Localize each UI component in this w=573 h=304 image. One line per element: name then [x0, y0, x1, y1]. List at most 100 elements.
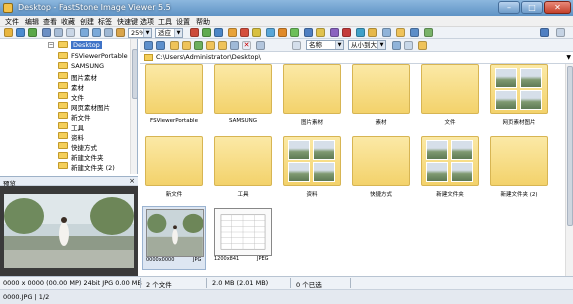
effects-icon[interactable]	[278, 28, 287, 37]
wallpaper-icon[interactable]	[396, 28, 405, 37]
thumbnail-folder[interactable]: 新建文件夹 (2)	[487, 134, 551, 198]
close-button[interactable]: ✕	[544, 1, 571, 14]
thumbnail-folder[interactable]: 素材	[349, 64, 413, 126]
maximize-button[interactable]: □	[521, 1, 543, 14]
filter-icon[interactable]	[292, 41, 301, 50]
resize-icon[interactable]	[266, 28, 275, 37]
batch-icon[interactable]	[356, 28, 365, 37]
sort-field-select[interactable]: 名称 ▼	[306, 40, 344, 50]
rotate-right-icon[interactable]	[202, 28, 211, 37]
menu-shortcuts[interactable]: 快速键	[117, 17, 138, 27]
tree-item[interactable]: 图片素材	[0, 71, 130, 82]
minimize-button[interactable]: –	[498, 1, 520, 14]
close-icon[interactable]: ×	[129, 177, 135, 185]
screen-capture-icon[interactable]	[382, 28, 391, 37]
thumbnail-size-icon[interactable]	[392, 41, 401, 50]
thumbnail-folder[interactable]: 快捷方式	[349, 134, 413, 198]
thumbnail-folder[interactable]: SAMSUNG	[211, 64, 275, 126]
slideshow-icon[interactable]	[290, 28, 299, 37]
new-folder-icon[interactable]	[182, 41, 191, 50]
tree-item-desktop[interactable]: − Desktop	[0, 40, 130, 50]
favorites-icon[interactable]	[418, 41, 427, 50]
delete-icon[interactable]: ✕	[242, 41, 251, 50]
browse-icon[interactable]	[16, 28, 25, 37]
forward-icon[interactable]	[156, 41, 165, 50]
thumbnail-image[interactable]: 1200x841 JPEG	[211, 206, 275, 270]
menu-settings[interactable]: 设置	[176, 17, 190, 27]
crop-icon[interactable]	[228, 28, 237, 37]
thumbnail-folder[interactable]: FSViewerPortable	[142, 64, 206, 126]
red-eye-icon[interactable]	[240, 28, 249, 37]
flip-icon[interactable]	[214, 28, 223, 37]
help-icon[interactable]	[556, 28, 565, 37]
adjust-icon[interactable]	[252, 28, 261, 37]
thumbnail-folder[interactable]: 新建文件夹	[418, 134, 482, 198]
select-all-icon[interactable]	[256, 41, 265, 50]
path-bar[interactable]: C:\Users\Administrator\Desktop\ ▼	[140, 52, 573, 64]
tree-item[interactable]: 资料	[0, 131, 130, 142]
layout-icon[interactable]	[540, 28, 549, 37]
tree-item[interactable]: 快捷方式	[0, 141, 130, 152]
chevron-down-icon[interactable]: ▼	[566, 54, 571, 61]
scrollbar-thumb[interactable]	[132, 49, 137, 99]
details-view-icon[interactable]	[404, 41, 413, 50]
rotate-left-icon[interactable]	[190, 28, 199, 37]
scrollbar-thumb[interactable]	[567, 66, 573, 226]
settings-icon[interactable]	[410, 28, 419, 37]
tree-item[interactable]: 新建文件夹 (2)	[0, 161, 130, 172]
thumbnail-folder[interactable]: 文件	[418, 64, 482, 126]
thumbnail-image-selected[interactable]: 0000x0000 JPG	[142, 206, 206, 270]
menu-help[interactable]: 帮助	[196, 17, 210, 27]
tree-item[interactable]: 文件	[0, 91, 130, 102]
fit-icon[interactable]	[116, 28, 125, 37]
print-icon[interactable]	[316, 28, 325, 37]
collapse-icon[interactable]: −	[48, 42, 54, 48]
compare-icon[interactable]	[330, 28, 339, 37]
contact-sheet-icon[interactable]	[368, 28, 377, 37]
open-folder-icon[interactable]	[4, 28, 13, 37]
tree-item[interactable]: 工具	[0, 121, 130, 132]
fit-select[interactable]: 适应 ▼	[155, 28, 183, 38]
tree-item[interactable]: SAMSUNG	[0, 61, 130, 71]
copy-icon[interactable]	[54, 28, 63, 37]
delete-icon[interactable]	[342, 28, 351, 37]
thumbnail-folder[interactable]: 资料	[280, 134, 344, 198]
thumbnail-folder[interactable]: 工具	[211, 134, 275, 198]
tree-item[interactable]: 素材	[0, 81, 130, 92]
tree-item[interactable]: 新文件	[0, 111, 130, 122]
tree-item[interactable]: FSViewerPortable	[0, 51, 130, 61]
status-separator	[290, 278, 291, 288]
move-to-icon[interactable]	[218, 41, 227, 50]
menu-view[interactable]: 查看	[43, 17, 57, 27]
actual-size-icon[interactable]	[104, 28, 113, 37]
save-icon[interactable]	[42, 28, 51, 37]
email-icon[interactable]	[304, 28, 313, 37]
tree-item[interactable]: 新建文件夹	[0, 151, 130, 162]
menu-tools[interactable]: 工具	[158, 17, 172, 27]
folder-icon	[214, 64, 272, 114]
thumbnail-folder[interactable]: 网页素材图片	[487, 64, 551, 126]
menu-tags[interactable]: 标签	[98, 17, 112, 27]
menu-favorites[interactable]: 收藏	[61, 17, 75, 27]
back-icon[interactable]	[144, 41, 153, 50]
zoom-out-icon[interactable]	[92, 28, 101, 37]
tree-item[interactable]: 网页素材图片	[0, 101, 130, 112]
menu-options[interactable]: 选项	[140, 17, 154, 27]
exit-icon[interactable]	[424, 28, 433, 37]
menu-create[interactable]: 创建	[80, 17, 94, 27]
zoom-select[interactable]: 25% ▼	[128, 28, 152, 38]
zoom-in-icon[interactable]	[80, 28, 89, 37]
thumbnail-folder[interactable]: 图片素材	[280, 64, 344, 126]
thumbnail-folder[interactable]: 新文件	[142, 134, 206, 198]
menu-edit[interactable]: 编辑	[25, 17, 39, 27]
fullscreen-icon[interactable]	[28, 28, 37, 37]
rename-icon[interactable]	[230, 41, 239, 50]
tree-scrollbar[interactable]	[130, 39, 137, 174]
copy-to-icon[interactable]	[206, 41, 215, 50]
move-icon[interactable]	[66, 28, 75, 37]
sort-order-select[interactable]: 从小到大 ▼	[348, 40, 386, 50]
menu-file[interactable]: 文件	[5, 17, 19, 27]
up-folder-icon[interactable]	[170, 41, 179, 50]
refresh-icon[interactable]	[194, 41, 203, 50]
grid-scrollbar[interactable]	[565, 64, 573, 276]
